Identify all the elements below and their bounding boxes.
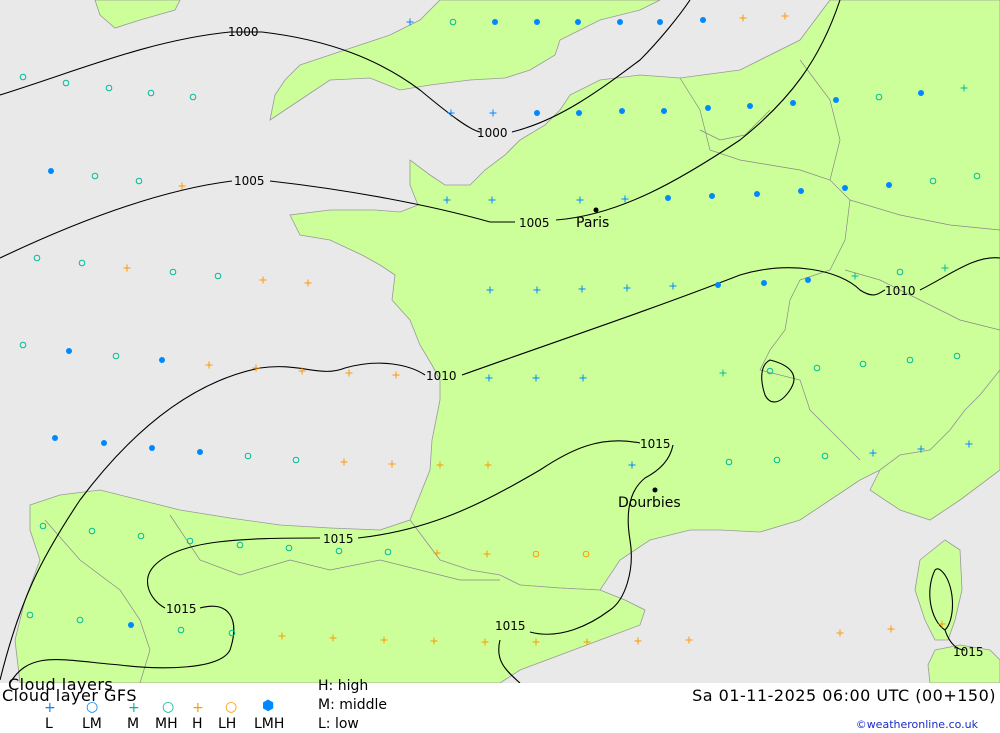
cloud-low-middle-high-marker — [705, 105, 711, 111]
cloud-low-middle-high-marker — [715, 282, 721, 288]
cloud-low-middle-high-marker — [754, 191, 760, 197]
isobar-label: 1000 — [228, 25, 259, 39]
isobar-label: 1015 — [640, 437, 671, 451]
cloud-low-middle-high-marker — [492, 19, 498, 25]
cloud-low-middle-high-marker — [761, 280, 767, 286]
cloud-low-middle-high-marker — [790, 100, 796, 106]
low-middle-circle-icon: ○ — [86, 699, 99, 715]
cloud-low-middle-high-marker — [575, 19, 581, 25]
legend-key: LMH — [254, 716, 285, 732]
isobar-label: 1015 — [166, 602, 197, 616]
city-dot-dourbies — [652, 487, 658, 493]
legend-high: H: high — [318, 678, 369, 694]
legend-key: H — [192, 716, 203, 732]
legend-key: M — [127, 716, 140, 732]
cloud-low-middle-high-marker — [747, 103, 753, 109]
isobar-label: 1005 — [519, 216, 550, 230]
legend-key: MH — [155, 716, 178, 732]
legend-low: L: low — [318, 716, 359, 732]
legend-footer: Cloud layers Cloud layer GFS + ○ + ○ + ○… — [0, 675, 1000, 733]
cloud-low-middle-high-marker — [833, 97, 839, 103]
map-canvas: 1000 1000 1005 1005 1010 1010 1015 1015 … — [0, 0, 1000, 683]
legend-key: L — [45, 716, 53, 732]
cloud-low-middle-high-marker — [700, 17, 706, 23]
high-cloud-plus-icon: + — [192, 700, 204, 716]
cloud-low-middle-high-marker — [805, 277, 811, 283]
cloud-low-middle-high-marker — [661, 108, 667, 114]
legend-key: LH — [218, 716, 237, 732]
low-high-circle-icon: ○ — [225, 699, 238, 715]
low-cloud-plus-icon: + — [44, 700, 56, 716]
cloud-low-middle-high-marker — [159, 357, 165, 363]
middle-cloud-plus-icon: + — [128, 700, 140, 716]
low-middle-high-hexagon-icon: ⬢ — [262, 698, 275, 714]
middle-high-circle-icon: ○ — [162, 699, 175, 715]
cloud-low-middle-high-marker — [886, 182, 892, 188]
legend-subtitle: Cloud layer GFS — [2, 686, 137, 705]
city-label-dourbies: Dourbies — [618, 495, 681, 511]
cloud-low-middle-high-marker — [709, 193, 715, 199]
cloud-low-middle-high-marker — [149, 445, 155, 451]
cloud-low-middle-high-marker — [619, 108, 625, 114]
isobar-label: 1005 — [234, 174, 265, 188]
cloud-low-middle-high-marker — [657, 19, 663, 25]
isobar-label: 1010 — [426, 369, 457, 383]
cloud-low-middle-high-marker — [52, 435, 58, 441]
cloud-low-middle-high-marker — [617, 19, 623, 25]
credit-link[interactable]: ©weatheronline.co.uk — [856, 718, 978, 731]
cloud-low-middle-high-marker — [197, 449, 203, 455]
isobar-label: 1010 — [885, 284, 916, 298]
cloud-low-middle-high-marker — [534, 19, 540, 25]
cloud-low-middle-high-marker — [534, 110, 540, 116]
isobar-label: 1015 — [495, 619, 526, 633]
legend-key: LM — [82, 716, 102, 732]
forecast-datetime: Sa 01-11-2025 06:00 UTC (00+150) — [692, 686, 996, 705]
cloud-low-middle-high-marker — [66, 348, 72, 354]
cloud-low-middle-high-marker — [48, 168, 54, 174]
isobar-label: 1015 — [323, 532, 354, 546]
cloud-low-middle-high-marker — [842, 185, 848, 191]
isobar-label: 1015 — [953, 645, 984, 659]
cloud-low-middle-high-marker — [101, 440, 107, 446]
cloud-low-middle-high-marker — [128, 622, 134, 628]
city-label-paris: Paris — [576, 215, 609, 231]
legend-middle: M: middle — [318, 697, 388, 713]
isobar-label: 1000 — [477, 126, 508, 140]
cloud-low-middle-high-marker — [798, 188, 804, 194]
cloud-low-middle-high-marker — [665, 195, 671, 201]
cloud-low-middle-high-marker — [576, 110, 582, 116]
cloud-low-middle-high-marker — [918, 90, 924, 96]
city-dot-paris — [593, 207, 599, 213]
weather-map: 1000 1000 1005 1005 1010 1010 1015 1015 … — [0, 0, 1000, 683]
